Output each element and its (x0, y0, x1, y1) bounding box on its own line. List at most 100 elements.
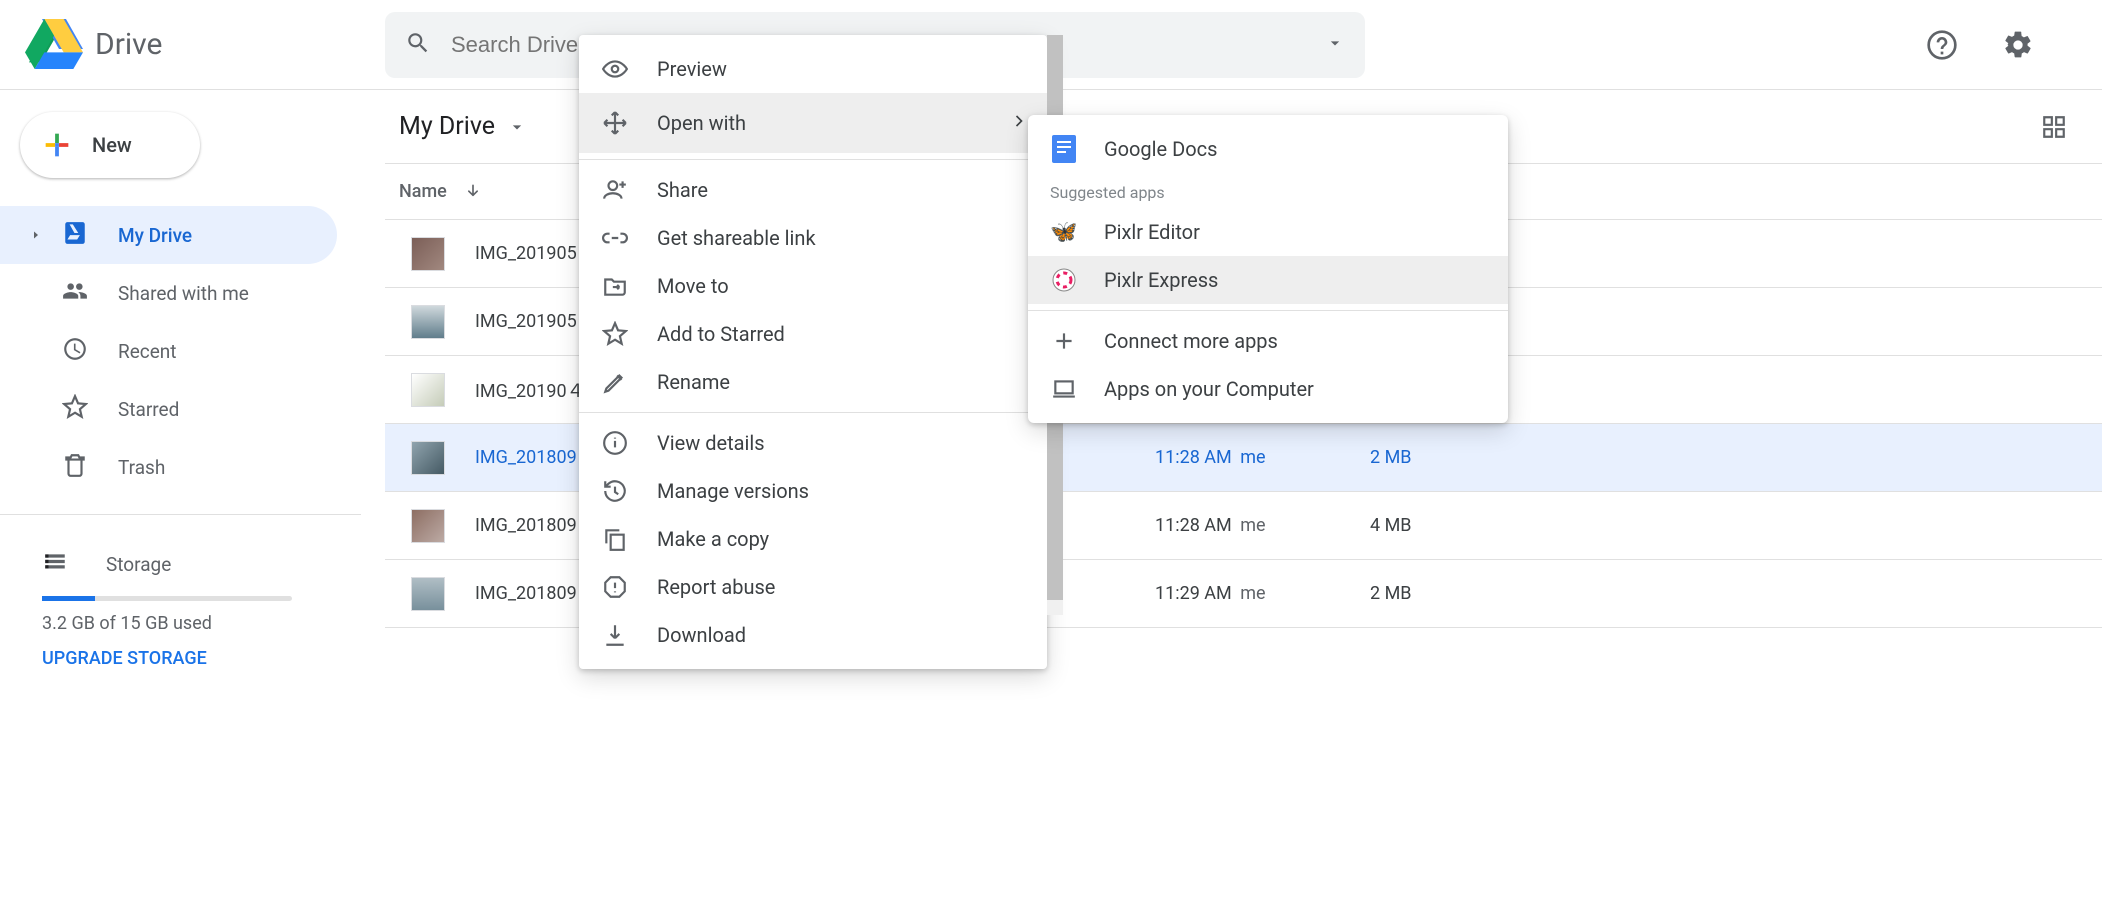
help-button[interactable] (1918, 21, 1966, 69)
storage-label: Storage (106, 553, 171, 576)
download-icon (601, 622, 629, 648)
menu-item-move-to[interactable]: Move to (579, 262, 1047, 310)
menu-item-rename[interactable]: Rename (579, 358, 1047, 406)
suggested-apps-heading: Suggested apps (1028, 173, 1508, 208)
link-icon (601, 225, 629, 251)
upgrade-storage-link[interactable]: UPGRADE STORAGE (42, 648, 385, 669)
file-modified: 11:28 AM me (1155, 447, 1370, 468)
new-button[interactable]: New (20, 112, 200, 178)
nav-label: My Drive (118, 224, 192, 247)
menu-item-label: Manage versions (657, 479, 809, 503)
laptop-icon (1050, 376, 1078, 402)
pixlr-round-icon (1050, 268, 1078, 292)
menu-item-label: Make a copy (657, 527, 769, 551)
pencil-icon (601, 369, 629, 395)
app-title: Drive (95, 27, 162, 62)
new-button-label: New (92, 133, 132, 157)
submenu-item-connect-more-apps[interactable]: Connect more apps (1028, 317, 1508, 365)
file-thumbnail (411, 577, 445, 611)
drive-logo[interactable]: Drive (25, 16, 385, 74)
sidebar: New My Drive Shared with me (0, 90, 385, 914)
chevron-down-icon (507, 117, 527, 137)
submenu-item-pixlr-express[interactable]: Pixlr Express (1028, 256, 1508, 304)
menu-item-label: Move to (657, 274, 729, 298)
move-arrows-icon (601, 110, 629, 136)
submenu-item-google-docs[interactable]: Google Docs (1028, 125, 1508, 173)
clock-icon (62, 336, 88, 367)
storage-icon (42, 549, 68, 580)
file-modified: 11:29 AM me (1155, 583, 1370, 604)
folder-move-icon (601, 273, 629, 299)
menu-item-label: Report abuse (657, 575, 775, 599)
file-thumbnail (411, 237, 445, 271)
eye-icon (601, 56, 629, 82)
menu-item-add-to-starred[interactable]: Add to Starred (579, 310, 1047, 358)
star-icon (62, 394, 88, 425)
file-size: 2 MB (1370, 583, 1510, 604)
file-size: 2 MB (1370, 447, 1510, 468)
file-thumbnail (411, 373, 445, 407)
menu-item-label: View details (657, 431, 765, 455)
open-with-submenu: Google DocsSuggested apps🦋Pixlr EditorPi… (1028, 115, 1508, 423)
storage-section: Storage 3.2 GB of 15 GB used UPGRADE STO… (0, 525, 385, 669)
expand-caret-icon[interactable] (30, 228, 42, 242)
person-add-icon (601, 177, 629, 203)
copy-icon (601, 526, 629, 552)
nav-label: Shared with me (118, 282, 249, 305)
menu-item-label: Open with (657, 111, 746, 135)
sidebar-item-my-drive[interactable]: My Drive (0, 206, 337, 264)
chevron-right-icon (1009, 111, 1029, 136)
menu-item-report-abuse[interactable]: Report abuse (579, 563, 1047, 611)
settings-button[interactable] (1994, 21, 2042, 69)
drive-icon (62, 220, 88, 251)
file-thumbnail (411, 509, 445, 543)
sidebar-item-trash[interactable]: Trash (0, 438, 337, 496)
menu-item-open-with[interactable]: Open with (579, 93, 1047, 153)
info-icon (601, 430, 629, 456)
menu-item-view-details[interactable]: View details (579, 419, 1047, 467)
header-actions (1918, 21, 2082, 69)
nav-label: Starred (118, 398, 179, 421)
nav-label: Trash (118, 456, 165, 479)
menu-item-label: Add to Starred (657, 322, 785, 346)
file-thumbnail (411, 441, 445, 475)
history-icon (601, 478, 629, 504)
breadcrumb-label: My Drive (399, 112, 495, 141)
nav-list: My Drive Shared with me Recent (0, 198, 385, 504)
menu-item-get-shareable-link[interactable]: Get shareable link (579, 214, 1047, 262)
people-icon (62, 278, 88, 309)
menu-item-make-a-copy[interactable]: Make a copy (579, 515, 1047, 563)
arrow-down-icon (463, 182, 483, 202)
butterfly-icon: 🦋 (1050, 220, 1078, 245)
search-dropdown-icon[interactable] (1325, 33, 1345, 57)
sidebar-item-starred[interactable]: Starred (0, 380, 337, 438)
report-icon (601, 574, 629, 600)
menu-item-label: Rename (657, 370, 730, 394)
storage-usage-text: 3.2 GB of 15 GB used (42, 613, 385, 634)
star-icon (601, 321, 629, 347)
breadcrumb[interactable]: My Drive (399, 112, 527, 141)
plus-icon (1050, 328, 1078, 354)
menu-item-manage-versions[interactable]: Manage versions (579, 467, 1047, 515)
submenu-item-pixlr-editor[interactable]: 🦋Pixlr Editor (1028, 208, 1508, 256)
trash-icon (62, 452, 88, 483)
docs-icon (1050, 135, 1078, 163)
submenu-item-apps-on-your-computer[interactable]: Apps on your Computer (1028, 365, 1508, 413)
menu-item-label: Preview (657, 57, 727, 81)
nav-label: Recent (118, 340, 177, 363)
grid-view-button[interactable] (2034, 107, 2074, 147)
storage-progress (42, 596, 292, 601)
menu-item-share[interactable]: Share (579, 166, 1047, 214)
sidebar-item-shared[interactable]: Shared with me (0, 264, 337, 322)
menu-item-label: Get shareable link (657, 226, 816, 250)
file-thumbnail (411, 305, 445, 339)
sidebar-item-recent[interactable]: Recent (0, 322, 337, 380)
file-modified: 11:28 AM me (1155, 515, 1370, 536)
search-icon (405, 30, 431, 60)
file-size: 4 MB (1370, 515, 1510, 536)
sidebar-item-storage[interactable]: Storage (42, 549, 385, 580)
menu-item-label: Download (657, 623, 746, 647)
context-menu: Preview Open with Share Get shareable link M… (579, 35, 1047, 669)
menu-item-preview[interactable]: Preview (579, 45, 1047, 93)
menu-item-download[interactable]: Download (579, 611, 1047, 659)
